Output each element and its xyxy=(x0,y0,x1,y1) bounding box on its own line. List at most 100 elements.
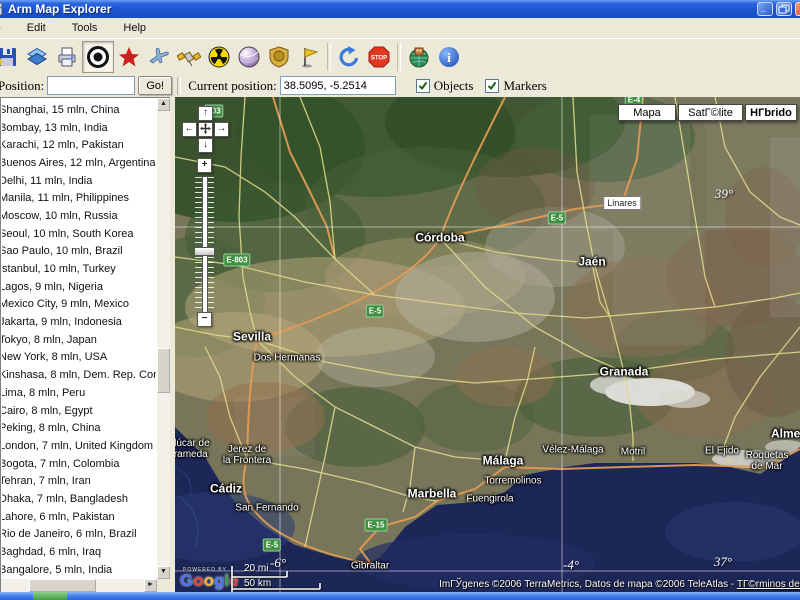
menu-item-edit[interactable]: Edit xyxy=(14,19,59,37)
list-item[interactable]: Istanbul, 10 mln, Turkey xyxy=(2,260,156,278)
zoom-slider-track[interactable] xyxy=(202,176,208,313)
list-item[interactable]: Rio de Janeiro, 6 mln, Brazil xyxy=(2,526,156,544)
close-button[interactable]: x xyxy=(795,2,800,16)
list-item[interactable]: Buenos Aires, 12 mln, Argentina xyxy=(2,154,156,172)
list-item[interactable]: Delhi, 11 mln, India xyxy=(2,172,156,190)
open-button[interactable] xyxy=(22,42,52,72)
position-input[interactable] xyxy=(47,76,135,95)
vertical-scrollbar[interactable]: ▲ ▼ xyxy=(157,98,170,579)
sphere-button[interactable] xyxy=(234,42,264,72)
list-item[interactable]: Baghdad, 6 mln, Iraq xyxy=(2,543,156,561)
road-badge: E-15 xyxy=(365,519,388,532)
go-button[interactable]: Go! xyxy=(138,76,172,95)
list-item[interactable]: Karachi, 12 mln, Pakistan xyxy=(2,136,156,154)
refresh-button[interactable] xyxy=(334,42,364,72)
list-item[interactable]: Shanghai, 15 mln, China xyxy=(2,101,156,119)
list-item[interactable]: Mexico City, 9 mln, Mexico xyxy=(2,296,156,314)
map-type-button-satг©lite[interactable]: SatГ©lite xyxy=(678,104,743,121)
flag-button[interactable] xyxy=(294,42,324,72)
pan-right-button[interactable]: → xyxy=(214,122,229,137)
stop-button[interactable]: STOP xyxy=(364,42,394,72)
app-icon xyxy=(0,2,3,16)
menu-item-file[interactable]: File xyxy=(0,19,14,37)
list-item[interactable]: New York, 8 mln, USA xyxy=(2,349,156,367)
map-city-label: Jaén xyxy=(578,257,605,268)
road-badge: E-5 xyxy=(548,212,566,225)
list-item[interactable]: Lahore, 6 mln, Pakistan xyxy=(2,508,156,526)
pan-down-button[interactable]: ↓ xyxy=(198,138,213,153)
vertical-scroll-thumb[interactable] xyxy=(157,348,170,393)
zoom-in-button[interactable]: + xyxy=(197,158,212,173)
objects-label: Objects xyxy=(434,78,474,94)
list-item[interactable]: Tokyo, 8 mln, Japan xyxy=(2,331,156,349)
restore-button[interactable] xyxy=(776,2,792,16)
current-position-input[interactable] xyxy=(280,76,396,95)
list-item[interactable]: Lagos, 9 mln, Nigeria xyxy=(2,278,156,296)
list-item[interactable]: Bogota, 7 mln, Colombia xyxy=(2,455,156,473)
objects-checkbox[interactable] xyxy=(416,79,430,93)
map-type-button-hгbrido[interactable]: HГbrido xyxy=(745,104,797,121)
title-bar[interactable]: Arm Map Explorer _ x xyxy=(0,0,800,18)
attribution-text: ImГЎgenes ©2006 TerraMetrics, Datos de m… xyxy=(439,579,737,590)
list-item[interactable]: London, 7 mln, United Kingdom xyxy=(2,437,156,455)
objects-checkbox-group[interactable]: Objects xyxy=(416,78,474,94)
check-icon xyxy=(487,81,497,91)
markers-checkbox[interactable] xyxy=(485,79,499,93)
map-city-label: Marbella xyxy=(408,489,457,500)
globe-button[interactable] xyxy=(404,42,434,72)
globe-icon xyxy=(407,45,431,69)
horizontal-scroll-thumb[interactable] xyxy=(29,579,96,592)
refresh-icon xyxy=(337,45,361,69)
position-label: Position: xyxy=(0,78,44,94)
list-item[interactable]: Dhaka, 7 mln, Bangladesh xyxy=(2,490,156,508)
star-button[interactable] xyxy=(114,42,144,72)
list-item[interactable]: Manila, 11 mln, Philippines xyxy=(2,189,156,207)
map-city-label: San Fernando xyxy=(235,503,298,514)
pan-left-button[interactable]: ← xyxy=(182,122,197,137)
zoom-slider-handle[interactable] xyxy=(194,247,215,256)
list-item[interactable]: Seoul, 10 mln, South Korea xyxy=(2,225,156,243)
terms-link[interactable]: TГ©rminos de u xyxy=(737,579,800,590)
open-layers-icon xyxy=(25,45,49,69)
pan-center-button[interactable] xyxy=(198,122,213,137)
map-city-label: Roquetas de Mar xyxy=(746,450,789,472)
badge-button[interactable] xyxy=(264,42,294,72)
markers-checkbox-group[interactable]: Markers xyxy=(485,78,546,94)
list-item[interactable]: Bombay, 13 mln, India xyxy=(2,119,156,137)
zoom-out-button[interactable]: − xyxy=(197,312,212,327)
map-city-label: El Ejido xyxy=(705,446,739,457)
list-item[interactable]: Kinshasa, 8 mln, Dem. Rep. Congo xyxy=(2,366,156,384)
list-item[interactable]: Sao Paulo, 10 mln, Brazil xyxy=(2,243,156,261)
map-city-label: Granada xyxy=(600,367,649,378)
scroll-right-button[interactable]: ► xyxy=(144,579,157,592)
list-item[interactable]: Moscow, 10 mln, Russia xyxy=(2,207,156,225)
list-item[interactable]: Lima, 8 mln, Peru xyxy=(2,384,156,402)
pan-up-button[interactable]: ↑ xyxy=(198,106,213,121)
menu-item-help[interactable]: Help xyxy=(110,19,159,37)
map-type-button-mapa[interactable]: Mapa xyxy=(618,104,676,121)
list-item[interactable]: Peking, 8 mln, China xyxy=(2,419,156,437)
list-item[interactable]: Bangalore, 5 mln, India xyxy=(2,561,156,578)
airplane-button[interactable] xyxy=(144,42,174,72)
list-item[interactable]: Cairo, 8 mln, Egypt xyxy=(2,402,156,420)
map-city-label: Linares xyxy=(603,196,641,210)
list-item[interactable]: Jakarta, 9 mln, Indonesia xyxy=(2,313,156,331)
shield-badge-icon xyxy=(267,45,291,69)
radiation-button[interactable] xyxy=(204,42,234,72)
satellite-button[interactable] xyxy=(174,42,204,72)
scroll-down-button[interactable]: ▼ xyxy=(157,566,170,579)
info-button[interactable]: i xyxy=(434,42,464,72)
toolbar: STOP i xyxy=(0,38,800,75)
save-button[interactable] xyxy=(0,42,22,72)
record-position-button[interactable] xyxy=(82,41,114,73)
list-item[interactable]: Tehran, 7 mln, Iran xyxy=(2,472,156,490)
map-viewport[interactable]: ↑ ← → ↓ + − POWERED BY Google 20 mi 50 k… xyxy=(175,97,800,592)
menu-item-tools[interactable]: Tools xyxy=(59,19,111,37)
print-icon xyxy=(55,45,79,69)
minimize-button[interactable]: _ xyxy=(757,2,773,16)
satellite-icon xyxy=(177,45,201,69)
print-button[interactable] xyxy=(52,42,82,72)
scroll-up-button[interactable]: ▲ xyxy=(157,98,170,111)
graticule-label: 39° xyxy=(715,186,733,202)
horizontal-scrollbar[interactable]: ► xyxy=(1,579,157,592)
